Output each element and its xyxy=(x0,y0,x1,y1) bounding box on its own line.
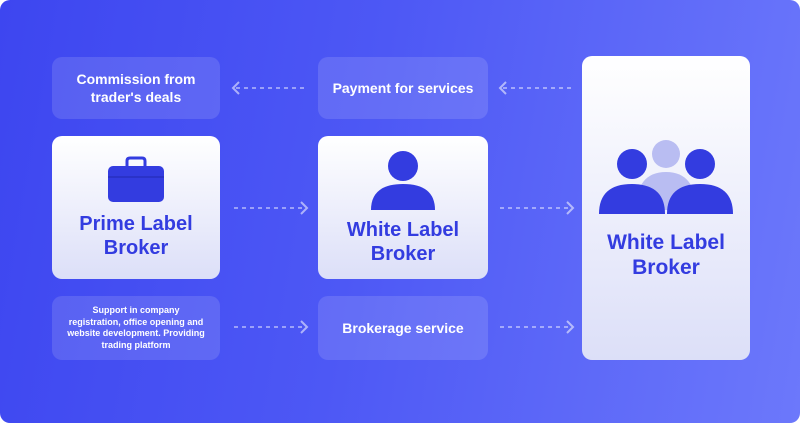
group-icon xyxy=(599,140,733,214)
person-icon xyxy=(371,150,435,210)
prime-card-title-line1: Prime Label xyxy=(79,212,193,235)
arrow-left-icon xyxy=(498,81,573,95)
arrow-right-icon xyxy=(500,320,575,334)
payment-box: Payment for services xyxy=(318,57,488,119)
diagram-canvas: Commission from trader's deals Payment f… xyxy=(0,0,800,423)
group-card-title-line1: White Label xyxy=(607,231,725,254)
prime-card-title-line2: Broker xyxy=(103,236,169,259)
white-label-broker-group-card: White Label Broker xyxy=(582,56,750,360)
arrow-left-icon xyxy=(231,81,306,95)
prime-label-broker-card: Prime Label Broker xyxy=(52,136,220,279)
white-label-broker-card: White Label Broker xyxy=(318,136,488,279)
commission-box: Commission from trader's deals xyxy=(52,57,220,119)
commission-label: Commission from trader's deals xyxy=(76,71,196,105)
payment-label: Payment for services xyxy=(332,80,474,96)
white-card-title-line2: Broker xyxy=(370,242,436,265)
briefcase-icon xyxy=(108,156,164,202)
group-card-title-line2: Broker xyxy=(632,256,700,279)
white-card-title-line1: White Label xyxy=(346,218,460,241)
brokerage-label: Brokerage service xyxy=(342,320,464,336)
support-box: Support in company registration, office … xyxy=(52,296,220,360)
arrow-right-icon xyxy=(500,201,575,215)
brokerage-box: Brokerage service xyxy=(318,296,488,360)
arrow-right-icon xyxy=(234,320,309,334)
arrow-right-icon xyxy=(234,201,309,215)
support-label: Support in company registration, office … xyxy=(67,305,205,350)
